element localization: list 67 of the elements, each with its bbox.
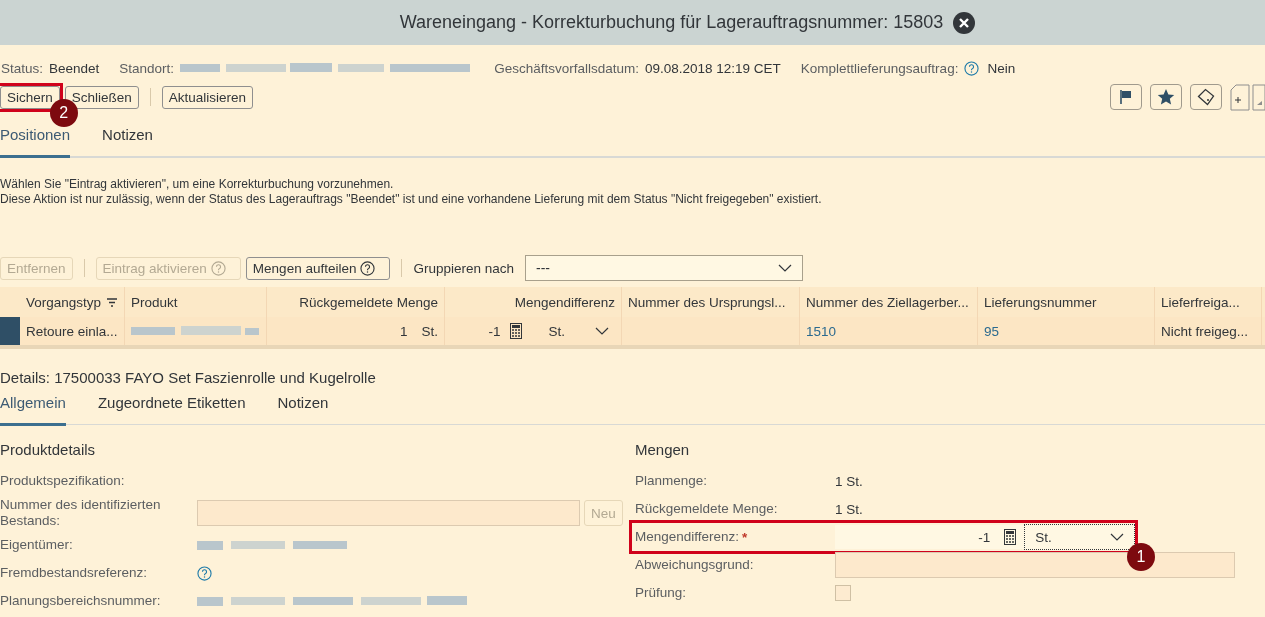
tab[interactable]: Zugeordnete Etiketten [97, 386, 246, 426]
field-label: Rückgemeldete Menge: [635, 501, 778, 517]
field-label: Mengendifferenz: [635, 529, 740, 545]
field-value: Beendet [49, 60, 100, 76]
unit-select[interactable]: St. [548, 323, 565, 339]
tag-button[interactable] [1190, 84, 1222, 110]
quantity-input[interactable]: -1 [835, 525, 1025, 549]
tab[interactable]: Positionen [0, 118, 71, 158]
tag-icon [1197, 88, 1215, 106]
chevron-down-icon [1110, 533, 1124, 541]
field-label: Komplettlieferungsauftrag: [800, 60, 959, 76]
input-field[interactable] [835, 552, 1235, 578]
tab[interactable]: Notizen [277, 386, 329, 426]
window-title: Wareneingang - Korrekturbuchung für Lagerauftragsnummer: 15803 [399, 12, 944, 33]
add-page-icon[interactable] [1230, 83, 1265, 111]
field-label: Geschäftsvorfallsdatum: [494, 60, 639, 76]
field-label: Planmenge: [635, 473, 708, 489]
field-label: Fremdbestandsreferenz: [0, 565, 148, 581]
field-value: 1 St. [835, 501, 863, 517]
help-icon [210, 260, 226, 276]
field-label: Produktspezifikation: [0, 473, 125, 489]
chevron-down-icon [778, 264, 792, 272]
table-link[interactable]: 1510 [806, 323, 837, 339]
unit-text: St. [421, 323, 438, 339]
table-cell: Retoure einla... [26, 323, 118, 339]
favorite-button[interactable] [1150, 84, 1182, 110]
required-mark: * [742, 529, 748, 545]
field-label: Abweichungsgrund: [635, 557, 754, 573]
tab[interactable]: Notizen [102, 118, 153, 158]
info-text: Diese Aktion ist nur zulässig, wenn der Status des Lagerauftrags "Beendet" ist und eine vorhandene Lieferung mit dem Status "Nicht freigegeben" existiert. [0, 192, 823, 207]
unit-select[interactable]: St. [1024, 524, 1135, 550]
field-label: Eigentümer: [0, 537, 73, 553]
section-title: Mengen [635, 441, 691, 458]
field-label: Planungsbereichsnummer: [0, 593, 161, 609]
toolbar-button[interactable]: Aktualisieren [161, 85, 254, 109]
quantity-input[interactable]: -1 [488, 323, 501, 339]
checkbox[interactable] [835, 585, 851, 601]
table-cell: Nicht freigeg... [1161, 323, 1249, 339]
group-by-select[interactable]: --- [525, 255, 803, 281]
field-label: Status: [1, 60, 44, 76]
tab[interactable]: Allgemein [0, 386, 66, 426]
chevron-down-icon[interactable] [595, 327, 609, 335]
help-icon[interactable] [964, 60, 980, 76]
toolbar-button[interactable]: Sichern [0, 85, 60, 109]
field-label: Standort: [119, 60, 175, 76]
field-value: 09.08.2018 12:19 CET [644, 60, 781, 76]
field-value: 1 St. [835, 473, 863, 489]
field-label: Nummer des identifizierten Bestands: [0, 497, 162, 529]
star-icon [1157, 88, 1175, 106]
section-title: Produktdetails [0, 441, 97, 458]
details-title: Details: 17500033 FAYO Set Faszienrolle und Kugelrolle [0, 369, 377, 386]
table-link[interactable]: 95 [984, 323, 1000, 339]
field-label: Prüfung: [635, 585, 687, 601]
flag-icon [1118, 89, 1134, 105]
help-icon[interactable] [197, 565, 212, 581]
input-field[interactable] [197, 500, 580, 526]
sort-icon [107, 297, 118, 307]
table-cell: 1 [399, 323, 408, 339]
info-text: Wählen Sie "Eintrag aktivieren", um eine Korrekturbuchung vorzunehmen. [0, 177, 395, 192]
group-by-label: Gruppieren nach [413, 260, 514, 276]
calculator-icon[interactable] [510, 323, 523, 339]
help-icon [360, 260, 376, 276]
table-toolbar-button[interactable]: Mengen aufteilen [245, 256, 391, 280]
close-icon[interactable] [953, 11, 976, 34]
flag-button[interactable] [1110, 84, 1142, 110]
calculator-icon [1004, 529, 1017, 545]
field-value: Nein [987, 60, 1016, 76]
